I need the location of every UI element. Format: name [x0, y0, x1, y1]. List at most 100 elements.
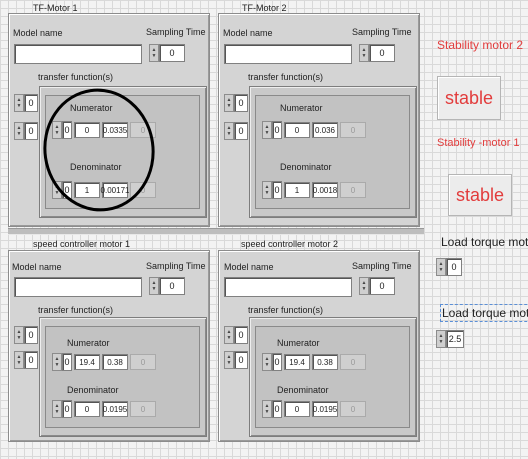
denominator-cell[interactable]: 0	[340, 401, 366, 417]
denominator-cell[interactable]: 0.0018	[312, 182, 338, 198]
numerator-cell[interactable]: 0	[340, 122, 366, 138]
load-torque-motor-1-input[interactable]: 0	[446, 258, 462, 276]
tf-index-2[interactable]: ▲ ▼ 0	[224, 122, 248, 140]
spin-arrows-icon[interactable]: ▲ ▼	[224, 94, 234, 112]
model-name-input[interactable]	[224, 44, 352, 64]
model-name-label: Model name	[224, 262, 274, 272]
numerator-cell[interactable]: 0	[130, 354, 156, 370]
tf-index-input[interactable]: 0	[24, 94, 38, 112]
spin-arrows-icon[interactable]: ▲ ▼	[52, 400, 62, 418]
numerator-cell[interactable]: 0	[340, 354, 366, 370]
denominator-cell[interactable]: 0	[130, 401, 156, 417]
sampling-time-control[interactable]: ▲ ▼ 0	[149, 44, 185, 62]
spin-arrows-icon[interactable]: ▲ ▼	[262, 121, 272, 139]
model-name-input[interactable]	[14, 277, 142, 297]
spin-arrows-icon[interactable]: ▲ ▼	[149, 277, 159, 295]
sampling-time-input[interactable]: 0	[369, 277, 395, 295]
spin-arrows-icon[interactable]: ▲ ▼	[262, 181, 272, 199]
denominator-cell[interactable]: 0	[340, 182, 366, 198]
numerator-array: 19.4 0.38 0	[74, 353, 158, 371]
denominator-index[interactable]: ▲ ▼ 0	[262, 181, 282, 199]
denominator-cell[interactable]: 0.0195	[312, 401, 338, 417]
model-name-label: Model name	[13, 28, 63, 38]
spin-arrows-icon[interactable]: ▲ ▼	[224, 122, 234, 140]
numerator-cell[interactable]: 0.38	[312, 354, 338, 370]
transfer-function-box: Numerator ▲ ▼ 0 0 0.036 0 Denominator ▲ ▼ …	[249, 86, 417, 218]
numerator-cell[interactable]: 0.38	[102, 354, 128, 370]
tf-index-input[interactable]: 0	[24, 122, 38, 140]
tf-index-1[interactable]: ▲ ▼ 0	[14, 94, 38, 112]
load-torque-motor-1-label: Load torque motor 1	[441, 235, 528, 249]
tf-index-input[interactable]: 0	[24, 326, 38, 344]
denominator-cell[interactable]: 0.0195	[102, 401, 128, 417]
load-torque-motor-1-control[interactable]: ▲ ▼ 0	[436, 258, 462, 276]
denominator-cell[interactable]: 0	[74, 401, 100, 417]
numerator-index-input[interactable]: 0	[272, 353, 282, 371]
transfer-function-label: transfer function(s)	[38, 305, 114, 315]
tf-index-1[interactable]: ▲ ▼ 0	[224, 326, 248, 344]
tf-index-input[interactable]: 0	[234, 351, 248, 369]
sampling-time-control[interactable]: ▲ ▼ 0	[149, 277, 185, 295]
sampling-time-input[interactable]: 0	[159, 44, 185, 62]
annotation-circle	[43, 88, 155, 212]
sampling-time-input[interactable]: 0	[159, 277, 185, 295]
numerator-index-input[interactable]: 0	[62, 353, 72, 371]
numerator-index[interactable]: ▲ ▼ 0	[262, 353, 282, 371]
panel-title: speed controller motor 2	[241, 239, 339, 249]
stability-motor-2-indicator: stable	[437, 76, 501, 120]
sampling-time-control[interactable]: ▲ ▼ 0	[359, 277, 395, 295]
denominator-array: 0 0.0195 0	[74, 400, 158, 418]
tf-index-input[interactable]: 0	[234, 94, 248, 112]
denominator-index-input[interactable]: 0	[272, 400, 282, 418]
spin-arrows-icon[interactable]: ▲ ▼	[14, 351, 24, 369]
spin-arrows-icon[interactable]: ▲ ▼	[359, 44, 369, 62]
denominator-index-input[interactable]: 0	[62, 400, 72, 418]
model-name-input[interactable]	[14, 44, 142, 64]
numerator-cell[interactable]: 19.4	[284, 354, 310, 370]
spin-arrows-icon[interactable]: ▲ ▼	[14, 122, 24, 140]
transfer-function-box: Numerator ▲ ▼ 0 19.4 0.38 0 Denominator ▲…	[249, 317, 417, 437]
spin-arrows-icon[interactable]: ▲ ▼	[224, 326, 234, 344]
denominator-cell[interactable]: 1	[284, 182, 310, 198]
spin-arrows-icon[interactable]: ▲ ▼	[262, 353, 272, 371]
sampling-time-control[interactable]: ▲ ▼ 0	[359, 44, 395, 62]
denominator-index[interactable]: ▲ ▼ 0	[262, 400, 282, 418]
spin-arrows-icon[interactable]: ▲ ▼	[436, 258, 446, 276]
transfer-function-label: transfer function(s)	[248, 305, 324, 315]
load-torque-motor-2-input[interactable]: 2.5	[446, 330, 464, 348]
model-name-label: Model name	[223, 28, 273, 38]
numerator-cell[interactable]: 0	[284, 122, 310, 138]
numerator-cell[interactable]: 19.4	[74, 354, 100, 370]
denominator-index[interactable]: ▲ ▼ 0	[52, 400, 72, 418]
numerator-index-input[interactable]: 0	[272, 121, 282, 139]
spin-arrows-icon[interactable]: ▲ ▼	[262, 400, 272, 418]
numerator-cell[interactable]: 0.036	[312, 122, 338, 138]
denominator-array: 0 0.0195 0	[284, 400, 368, 418]
sampling-time-input[interactable]: 0	[369, 44, 395, 62]
tf-index-1[interactable]: ▲ ▼ 0	[224, 94, 248, 112]
spin-arrows-icon[interactable]: ▲ ▼	[436, 330, 446, 348]
spin-arrows-icon[interactable]: ▲ ▼	[14, 326, 24, 344]
panel-title: TF-Motor 1	[33, 3, 78, 13]
tf-index-2[interactable]: ▲ ▼ 0	[14, 122, 38, 140]
tf-index-2[interactable]: ▲ ▼ 0	[14, 351, 38, 369]
spin-arrows-icon[interactable]: ▲ ▼	[224, 351, 234, 369]
spin-arrows-icon[interactable]: ▲ ▼	[359, 277, 369, 295]
transfer-function-label: transfer function(s)	[248, 72, 324, 82]
numerator-index[interactable]: ▲ ▼ 0	[262, 121, 282, 139]
load-torque-motor-2-control[interactable]: ▲ ▼ 2.5	[436, 330, 464, 348]
numerator-array: 19.4 0.38 0	[284, 353, 368, 371]
spin-arrows-icon[interactable]: ▲ ▼	[52, 353, 62, 371]
tf-index-input[interactable]: 0	[24, 351, 38, 369]
spin-arrows-icon[interactable]: ▲ ▼	[149, 44, 159, 62]
model-name-input[interactable]	[224, 277, 352, 297]
tf-index-input[interactable]: 0	[234, 122, 248, 140]
numerator-index[interactable]: ▲ ▼ 0	[52, 353, 72, 371]
spin-arrows-icon[interactable]: ▲ ▼	[14, 94, 24, 112]
cluster-frame: Model name Sampling Time ▲ ▼ 0 transfer f…	[218, 13, 420, 227]
tf-index-2[interactable]: ▲ ▼ 0	[224, 351, 248, 369]
tf-index-input[interactable]: 0	[234, 326, 248, 344]
denominator-cell[interactable]: 0	[284, 401, 310, 417]
denominator-index-input[interactable]: 0	[272, 181, 282, 199]
tf-index-1[interactable]: ▲ ▼ 0	[14, 326, 38, 344]
